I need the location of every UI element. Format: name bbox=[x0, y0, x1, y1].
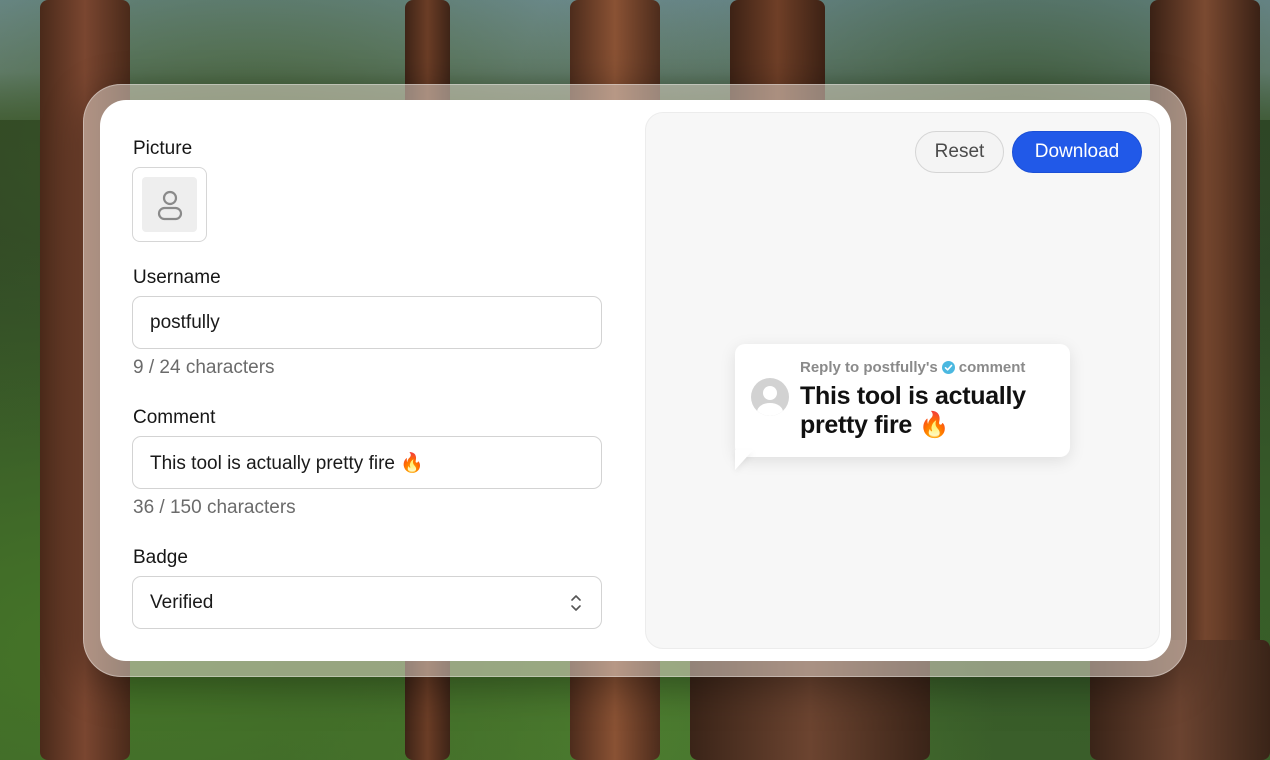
reply-prefix: Reply to postfully's bbox=[800, 359, 938, 376]
badge-label: Badge bbox=[133, 547, 188, 568]
reply-to-line: Reply to postfully's comment bbox=[800, 359, 1025, 376]
picture-upload[interactable] bbox=[132, 167, 207, 242]
comment-label: Comment bbox=[133, 407, 216, 428]
comment-char-count: 36 / 150 characters bbox=[133, 497, 296, 518]
download-button[interactable]: Download bbox=[1012, 131, 1142, 173]
verified-check-icon bbox=[941, 361, 955, 374]
picture-label: Picture bbox=[133, 138, 193, 159]
reset-button[interactable]: Reset bbox=[915, 131, 1004, 173]
badge-select-value: Verified bbox=[150, 591, 214, 613]
username-value: postfully bbox=[150, 311, 220, 333]
default-avatar-icon bbox=[751, 378, 789, 416]
badge-select[interactable]: Verified bbox=[132, 576, 602, 629]
username-input[interactable]: postfully bbox=[132, 296, 602, 349]
username-label: Username bbox=[133, 267, 221, 288]
preview-comment-text: This tool is actually pretty fire 🔥 bbox=[800, 382, 1026, 439]
comment-input[interactable]: This tool is actually pretty fire 🔥 bbox=[132, 436, 602, 489]
reply-suffix: comment bbox=[958, 359, 1026, 376]
bubble-tail bbox=[735, 450, 753, 470]
username-char-count: 9 / 24 characters bbox=[133, 357, 275, 378]
user-icon bbox=[142, 177, 197, 232]
comment-value: This tool is actually pretty fire 🔥 bbox=[150, 452, 424, 474]
chevron-up-down-icon bbox=[571, 595, 581, 611]
